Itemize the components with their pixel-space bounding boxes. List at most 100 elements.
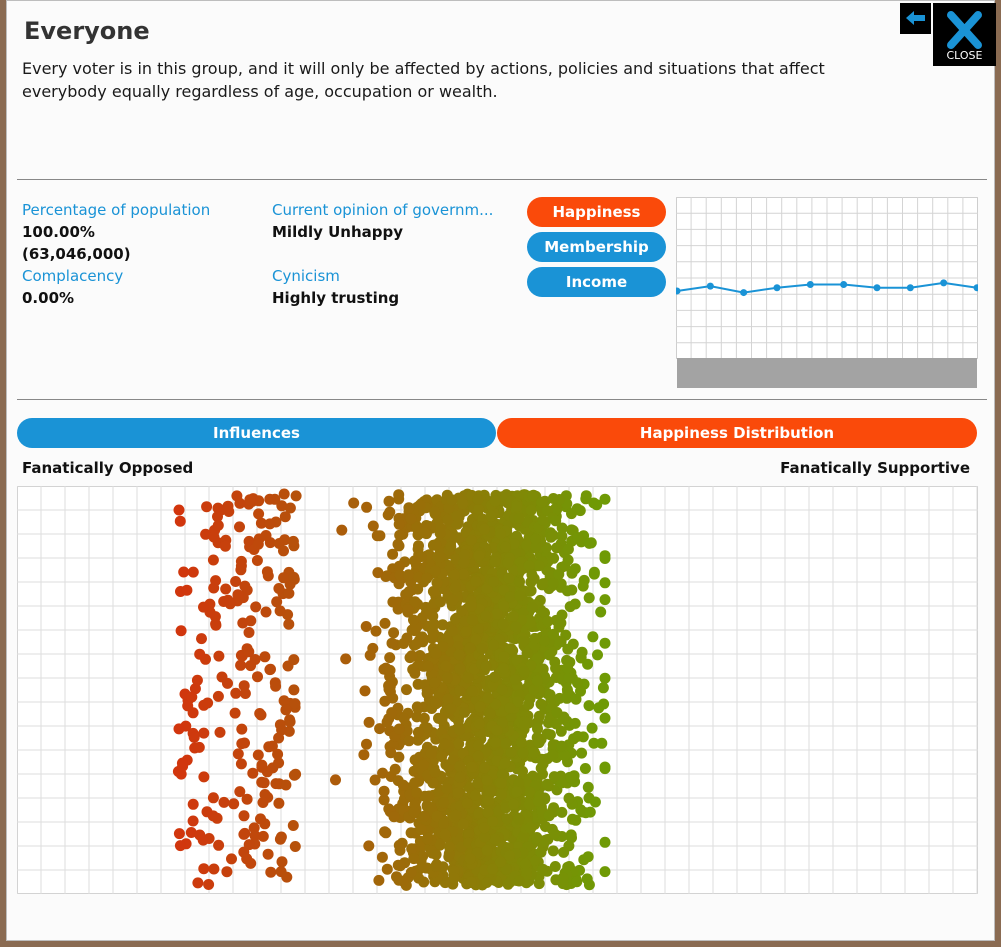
voter-dot <box>503 572 515 584</box>
voter-dot <box>376 851 388 863</box>
voter-dot <box>582 851 594 863</box>
close-button[interactable]: CLOSE <box>933 3 996 66</box>
voter-dot <box>387 596 399 608</box>
income-graph-button[interactable]: Income <box>527 267 666 297</box>
voter-dot <box>276 856 288 868</box>
voter-dot <box>257 797 269 808</box>
voter-dot <box>450 581 462 593</box>
voter-dot <box>480 610 492 622</box>
voter-dot <box>207 792 219 804</box>
voter-dot <box>198 601 209 613</box>
voter-dot <box>457 818 469 830</box>
voter-dot <box>212 519 224 531</box>
happiness-distribution-plot <box>17 486 978 894</box>
voter-dot <box>487 816 498 827</box>
voter-dot <box>465 600 477 612</box>
voter-dot <box>384 506 396 518</box>
voter-dot <box>421 833 433 845</box>
voter-dot <box>402 604 414 616</box>
voter-dot <box>456 605 468 617</box>
voter-dot <box>514 590 526 602</box>
voter-dot <box>278 488 290 500</box>
voter-dot <box>566 584 578 596</box>
voter-dot <box>383 680 395 692</box>
voter-dot <box>411 701 423 713</box>
voter-dot <box>528 747 540 759</box>
voter-dot <box>448 569 460 581</box>
voter-dot <box>529 632 541 644</box>
voter-dot <box>499 757 511 769</box>
voter-dot <box>175 625 187 637</box>
voter-dot <box>599 637 611 649</box>
voter-dot <box>533 560 545 572</box>
voter-dot <box>461 797 473 809</box>
back-button[interactable] <box>900 3 931 34</box>
trend-point <box>940 279 948 287</box>
voter-dot <box>446 494 458 506</box>
voter-dot <box>417 861 429 873</box>
voter-dot <box>403 586 415 598</box>
voter-dot <box>489 737 501 748</box>
voter-dot <box>524 786 536 798</box>
membership-graph-button[interactable]: Membership <box>527 232 666 262</box>
voter-dot <box>519 720 531 731</box>
trend-point <box>773 284 781 292</box>
voter-dot <box>485 785 497 797</box>
voter-dot <box>381 863 393 875</box>
voter-dot <box>472 750 484 762</box>
complacency-label: Complacency <box>22 267 124 285</box>
voter-dot <box>457 498 468 510</box>
voter-dot <box>287 820 299 831</box>
voter-dot <box>392 538 404 550</box>
voter-dot <box>201 501 213 513</box>
voter-dot <box>595 606 607 618</box>
voter-dot <box>597 682 609 694</box>
voter-dot <box>232 589 244 601</box>
voter-dot <box>418 759 430 771</box>
voter-dot <box>239 580 251 592</box>
voter-dot <box>583 537 595 549</box>
voter-dot <box>460 625 472 637</box>
voter-dot <box>388 627 400 639</box>
voter-dot <box>533 736 545 748</box>
voter-dot <box>556 740 568 752</box>
voter-dot <box>194 829 206 841</box>
voter-dot <box>599 836 611 848</box>
tab-happiness-distribution[interactable]: Happiness Distribution <box>497 418 977 448</box>
voter-dot <box>504 702 516 714</box>
voter-dot <box>403 502 415 514</box>
voter-dot <box>191 674 203 686</box>
voter-dot <box>525 504 537 516</box>
voter-dot <box>491 608 503 620</box>
voter-dot <box>520 858 531 870</box>
happiness-graph-button[interactable]: Happiness <box>527 197 666 227</box>
tab-influences[interactable]: Influences <box>17 418 496 448</box>
voter-dot <box>453 649 465 661</box>
voter-dot <box>340 653 352 665</box>
voter-dot <box>599 866 611 878</box>
voter-dot <box>234 497 246 509</box>
voter-dot <box>537 514 549 526</box>
voter-dot <box>207 554 219 566</box>
voter-dot <box>543 649 555 661</box>
voter-dot <box>587 631 599 643</box>
voter-dot <box>214 726 226 738</box>
voter-dot <box>361 738 372 750</box>
voter-dot <box>208 531 220 543</box>
voter-dot <box>498 663 510 675</box>
voter-dot <box>212 690 224 702</box>
happiness-trend-graph <box>676 197 978 359</box>
voter-dot <box>247 767 259 779</box>
voter-dot <box>548 771 560 783</box>
voter-dot <box>532 723 543 735</box>
voter-dot <box>511 500 523 512</box>
voter-dot <box>459 549 470 561</box>
voter-dot <box>521 539 533 551</box>
voter-dot <box>181 584 193 596</box>
voter-dot <box>235 758 247 770</box>
voter-dot <box>441 783 453 795</box>
voter-dot <box>448 872 460 884</box>
voter-dot <box>408 853 420 865</box>
voter-dot <box>278 695 290 707</box>
voter-dot <box>243 839 255 851</box>
